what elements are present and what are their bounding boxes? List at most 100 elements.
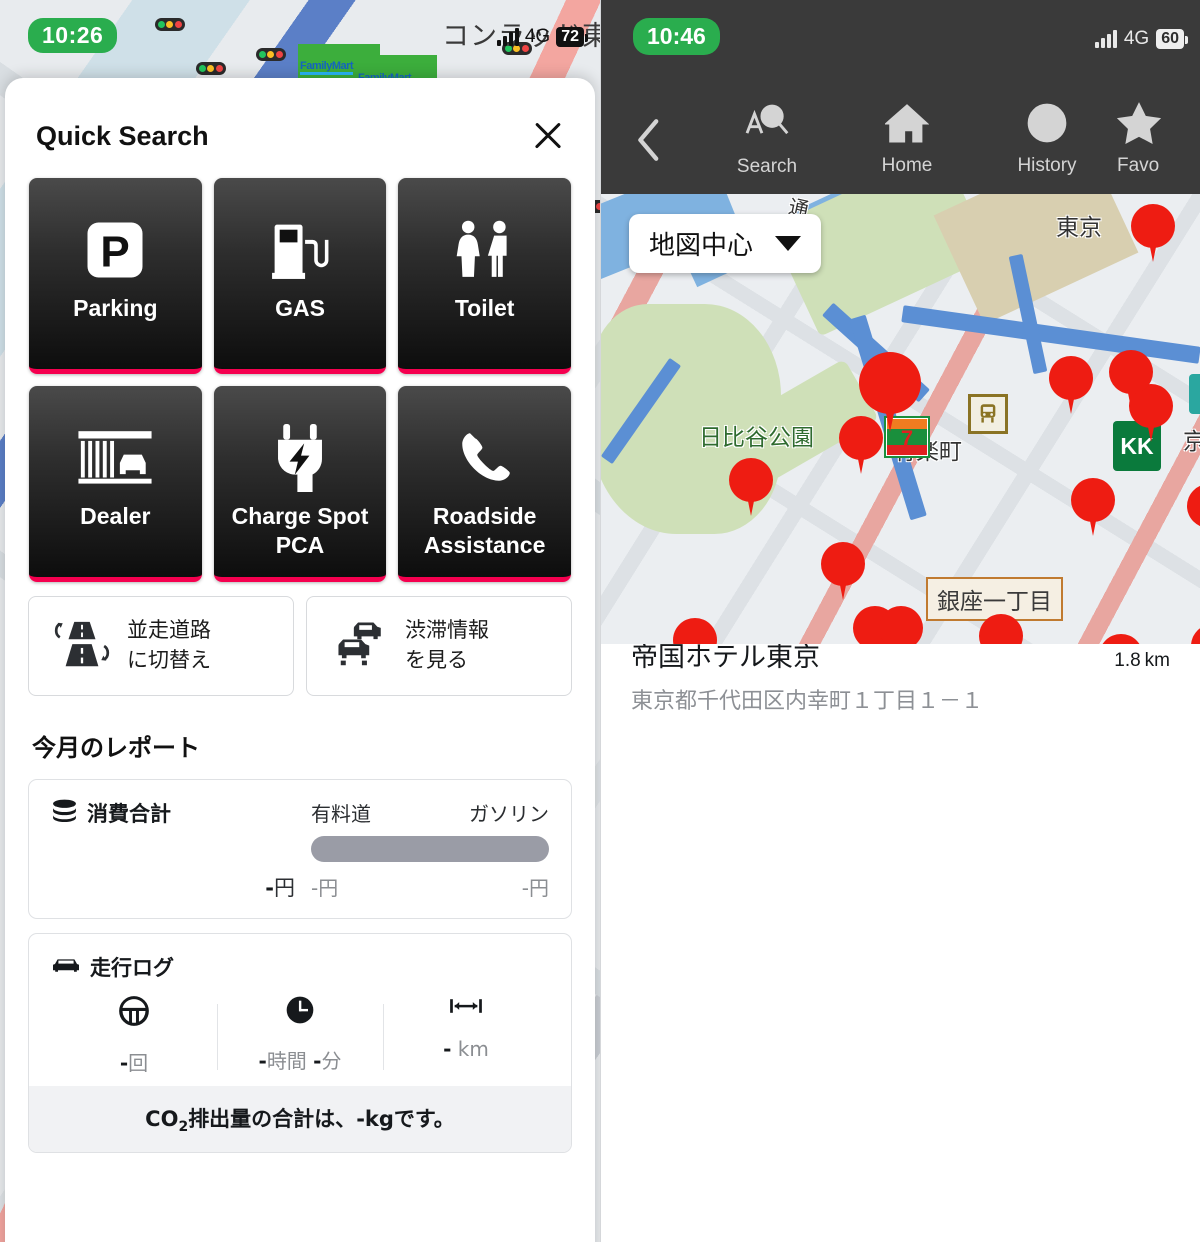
top-navigation-bar: 10:46 4G 60 Search Home History Favo <box>601 0 1200 194</box>
nav-item-label: History <box>1017 155 1077 176</box>
map-center-dropdown[interactable]: 地図中心 <box>629 214 822 273</box>
quick-item-label: Roadside Assistance <box>423 503 546 559</box>
gas-column-label: ガソリン <box>469 802 549 826</box>
status-time: 10:26 <box>28 18 118 53</box>
quick-item-toilet[interactable]: Toilet <box>398 178 571 374</box>
train-station-icon <box>968 394 1008 434</box>
map-view[interactable]: 日比谷公園 有楽町 東京 京橋 通 銀座一丁目 7 KK ㎞ <box>601 194 1200 644</box>
map-pin[interactable] <box>839 416 883 474</box>
map-pin[interactable] <box>879 606 923 644</box>
status-indicators: 4G 60 <box>1094 28 1188 50</box>
consumption-body: 消費合計 有料道 ガソリン -円 -円 -円 <box>29 780 571 918</box>
poi-distance: 1.8 km <box>1110 640 1170 674</box>
quick-search-grid: P Parking GAS Toilet Dealer Charge Spot … <box>28 178 572 582</box>
driving-log-header: 走行ログ <box>51 952 549 982</box>
map-pin[interactable] <box>1131 204 1175 262</box>
poi-distance-value: 1.8 <box>1114 650 1141 671</box>
quick-search-sheet: Quick Search P Parking GAS Toilet Dealer… <box>5 78 595 1242</box>
garage-icon <box>76 420 154 496</box>
stat-value: -時間 -分 <box>258 1049 342 1073</box>
poi-distance-unit: km <box>1144 650 1170 671</box>
chevron-down-icon <box>775 236 802 251</box>
stat-trips: -回 <box>51 994 217 1076</box>
consumption-breakdown: -円 -円 <box>311 872 549 901</box>
distance-icon <box>449 994 483 1023</box>
consumption-title-group: 消費合計 <box>51 798 311 828</box>
chevron-left-icon <box>638 118 659 161</box>
quick-item-roadside-assistance[interactable]: Roadside Assistance <box>398 386 571 582</box>
stat-distance: - km <box>383 994 549 1076</box>
consumption-columns: 有料道 ガソリン <box>311 798 549 827</box>
store-label: FamilyMart <box>300 60 354 75</box>
phone-icon <box>454 420 516 496</box>
quick-item-gas[interactable]: GAS <box>213 178 387 374</box>
stat-value: - km <box>443 1037 489 1061</box>
map-label-place: 京橋 <box>1183 429 1200 455</box>
quick-item-label: GAS <box>275 295 325 321</box>
home-icon <box>883 102 930 149</box>
battery-level: 60 <box>1156 29 1188 49</box>
sheet-header: Quick Search <box>28 78 572 178</box>
stat-value: -回 <box>119 1051 149 1075</box>
close-icon[interactable] <box>528 116 568 156</box>
map-pin[interactable] <box>673 618 717 644</box>
driving-log-card: 走行ログ -回 -時間 -分 - km CO2排出量の合計は、-kgです。 <box>28 933 572 1154</box>
nav-item-favorites[interactable]: Favo <box>1117 102 1197 177</box>
parallel-road-icon <box>51 619 113 673</box>
map-label-park: 日比谷公園 <box>699 425 814 451</box>
toll-value: -円 <box>311 876 339 900</box>
traffic-light-icon <box>155 18 185 31</box>
map-label-place: 東京 <box>1056 215 1102 241</box>
map-pin[interactable] <box>1187 484 1200 542</box>
car-icon <box>51 955 81 980</box>
back-button[interactable] <box>601 117 697 163</box>
traffic-jam-icon <box>329 621 391 671</box>
charging-plug-icon <box>271 420 329 496</box>
star-icon <box>1117 102 1162 149</box>
nav-item-home[interactable]: Home <box>837 102 977 177</box>
map-pin[interactable] <box>821 542 865 600</box>
quick-item-parking[interactable]: P Parking <box>29 178 202 374</box>
report-heading: 今月のレポート <box>32 734 200 762</box>
status-indicators: 4G 72 <box>496 26 588 48</box>
switch-parallel-road-button[interactable]: 並走道路 に切替え <box>28 596 294 696</box>
map-pin[interactable] <box>729 458 773 516</box>
traffic-light-icon <box>196 62 226 75</box>
nav-item-history[interactable]: History <box>977 102 1117 177</box>
clock-icon <box>284 994 316 1031</box>
map-pin[interactable] <box>1191 624 1200 644</box>
consumption-bar <box>311 836 549 862</box>
quick-item-label: Toilet <box>454 295 515 321</box>
secondary-action-label: 並走道路 に切替え <box>127 618 211 672</box>
poi-address: 東京都千代田区内幸町１丁目１－１ <box>631 689 984 714</box>
quick-item-dealer[interactable]: Dealer <box>29 386 202 582</box>
map-pin[interactable] <box>979 614 1023 644</box>
consumption-total: -円 <box>265 876 295 900</box>
view-traffic-info-button[interactable]: 渋滞情報 を見る <box>306 596 572 696</box>
nav-item-label: Favo <box>1117 155 1160 176</box>
quick-item-label: Dealer <box>80 503 151 529</box>
driving-log-body: 走行ログ -回 -時間 -分 - km <box>29 934 571 1086</box>
nav-item-search[interactable]: Search <box>697 101 837 178</box>
quick-item-label: Charge Spot PCA <box>231 503 369 559</box>
status-time: 10:46 <box>633 18 720 55</box>
stat-duration: -時間 -分 <box>217 994 383 1076</box>
map-pin[interactable] <box>1099 634 1143 644</box>
map-pin[interactable] <box>1071 478 1115 536</box>
driving-log-title: 走行ログ <box>90 956 174 980</box>
secondary-actions-row: 並走道路 に切替え 渋滞情報 を見る <box>28 596 572 696</box>
network-type: 4G <box>524 26 551 47</box>
nav-item-label: Search <box>736 156 798 177</box>
toll-column-label: 有料道 <box>311 802 371 826</box>
map-pin[interactable] <box>1109 350 1153 408</box>
consumption-header: 消費合計 有料道 ガソリン <box>51 798 549 828</box>
quick-item-charge-spot[interactable]: Charge Spot PCA <box>213 386 387 582</box>
fuel-pump-icon <box>269 212 331 288</box>
consumption-card: 消費合計 有料道 ガソリン -円 -円 -円 <box>28 779 572 919</box>
map-pin[interactable] <box>1049 356 1093 414</box>
page-title: Quick Search <box>36 120 209 151</box>
co2-summary: CO2排出量の合計は、-kgです。 <box>29 1086 571 1153</box>
clock-icon <box>1026 102 1068 149</box>
right-phone-screen: 10:46 4G 60 Search Home History Favo 日比谷… <box>600 0 1200 1242</box>
poi-icon: ㎞ <box>1189 374 1200 414</box>
